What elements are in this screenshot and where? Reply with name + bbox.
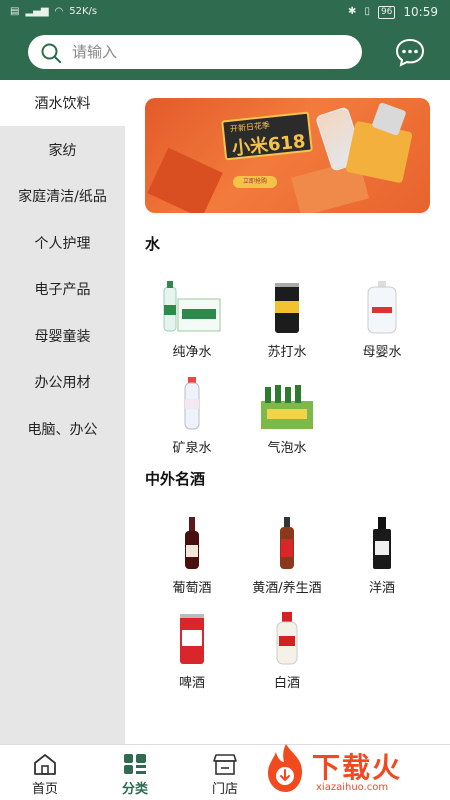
product-wine[interactable]: 葡萄酒: [142, 511, 242, 603]
tab-label: 门店: [211, 782, 238, 797]
sidebar-item-home-textiles[interactable]: 家纺: [0, 127, 125, 173]
bluetooth-icon: ✱: [348, 6, 357, 17]
watermark-url: xiazaihuo.com: [316, 782, 389, 793]
product-label: 白酒: [273, 676, 300, 691]
product-label: 苏打水: [267, 345, 307, 360]
site-watermark: 下载火 xiazaihuo.com: [262, 740, 447, 798]
product-purified-water[interactable]: 纯净水: [142, 275, 242, 367]
battery-icon: 96: [377, 5, 396, 19]
status-bar: ▤ ▂▄▆ ◠ 52K/s ✱ ▯ 96 10:59: [0, 0, 450, 24]
product-baby-water[interactable]: 母婴水: [332, 275, 432, 367]
wine-bottle-image: [162, 511, 222, 571]
product-mineral-water[interactable]: 矿泉水: [142, 371, 242, 463]
product-label: 洋酒: [368, 581, 395, 596]
sidebar-item-computers-office[interactable]: 电脑、办公: [0, 406, 125, 452]
baby-water-bottle-image: [352, 275, 412, 335]
flame-logo-icon: [268, 744, 302, 792]
category-grid-icon: [124, 754, 146, 774]
promo-banner[interactable]: 开新日花季 小米618 立即抢购: [145, 98, 430, 213]
category-sidebar: 酒水饮料 家纺 家庭清洁/纸品 个人护理 电子产品 母婴童装 办公用材 电脑、办…: [0, 80, 125, 744]
sidebar-item-baby-kids[interactable]: 母婴童装: [0, 313, 125, 359]
product-label: 啤酒: [178, 676, 205, 691]
header: [0, 24, 450, 80]
beer-can-image: [162, 606, 222, 666]
section-title-water: 水: [145, 235, 161, 253]
product-beer[interactable]: 啤酒: [142, 606, 242, 698]
yellow-wine-bottle-image: [257, 511, 317, 571]
product-label: 葡萄酒: [172, 581, 212, 596]
product-label: 矿泉水: [172, 441, 212, 456]
baijiu-bottle-image: [257, 606, 317, 666]
product-soda-water[interactable]: 苏打水: [237, 275, 337, 367]
tab-home[interactable]: 首页: [0, 745, 90, 800]
clock: 10:59: [403, 5, 438, 19]
search-input[interactable]: [72, 35, 352, 69]
sidebar-item-office-supplies[interactable]: 办公用材: [0, 359, 125, 405]
water-bottles-image: [162, 275, 222, 335]
product-yellow-wine[interactable]: 黄酒/养生酒: [237, 511, 337, 603]
wifi-icon: ◠: [54, 6, 64, 17]
store-icon: [213, 754, 237, 775]
sim-icon: ▤: [10, 6, 20, 17]
product-label: 母婴水: [362, 345, 402, 360]
tab-store[interactable]: 门店: [180, 745, 270, 800]
vibrate-icon: ▯: [364, 6, 370, 17]
product-label: 黄酒/养生酒: [252, 581, 322, 596]
product-sparkling-water[interactable]: 气泡水: [237, 371, 337, 463]
product-baijiu[interactable]: 白酒: [237, 606, 337, 698]
product-label: 纯净水: [172, 345, 212, 360]
home-icon: [34, 754, 56, 775]
category-content: 开新日花季 小米618 立即抢购 水 纯净水 苏打水 母婴水 矿泉水 气泡水 中…: [125, 80, 450, 744]
sparkling-water-pack-image: [257, 371, 317, 431]
mineral-water-bottle-image: [162, 371, 222, 431]
signal-icon: ▂▄▆: [25, 6, 49, 17]
section-title-liquor: 中外名酒: [145, 470, 206, 488]
search-bar[interactable]: [28, 35, 362, 69]
soda-can-image: [257, 275, 317, 335]
network-speed: 52K/s: [69, 6, 98, 17]
banner-decoration: [147, 147, 223, 213]
sidebar-item-personal-care[interactable]: 个人护理: [0, 220, 125, 266]
banner-cta-button[interactable]: 立即抢购: [233, 176, 277, 188]
banner-sign: 开新日花季 小米618: [221, 111, 313, 161]
tab-label: 首页: [31, 782, 58, 797]
chat-bubble-icon[interactable]: [394, 37, 426, 67]
tab-label: 分类: [121, 782, 148, 797]
tab-category[interactable]: 分类: [90, 745, 180, 800]
sidebar-item-drinks[interactable]: 酒水饮料: [0, 80, 125, 126]
whiskey-bottle-image: [352, 511, 412, 571]
sidebar-item-cleaning-paper[interactable]: 家庭清洁/纸品: [0, 173, 125, 219]
sidebar-item-electronics[interactable]: 电子产品: [0, 266, 125, 312]
search-icon: [41, 43, 61, 63]
product-label: 气泡水: [267, 441, 307, 456]
product-foreign-liquor[interactable]: 洋酒: [332, 511, 432, 603]
watermark-text: 下载火: [312, 751, 403, 784]
